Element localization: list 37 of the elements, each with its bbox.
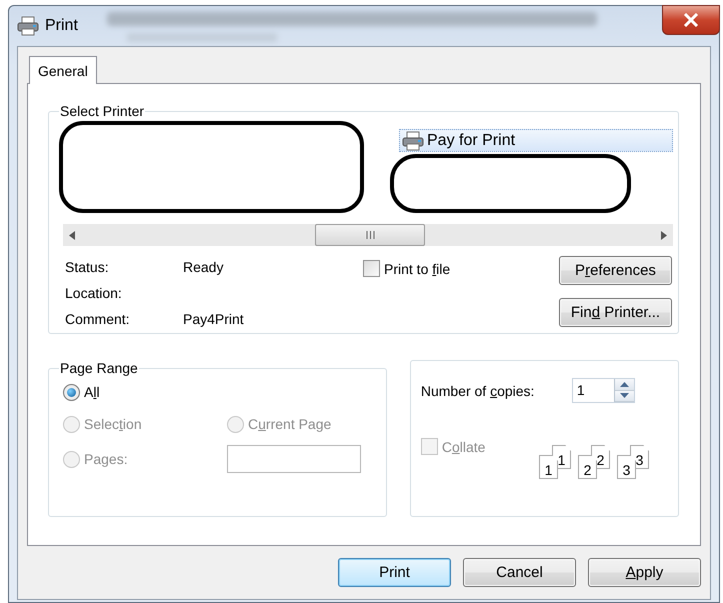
group-title: Select Printer <box>59 103 146 119</box>
radio-option[interactable]: All <box>63 381 376 403</box>
grip-icon <box>366 231 374 239</box>
up-arrow-icon <box>620 382 629 387</box>
close-button[interactable] <box>662 5 720 35</box>
dialog-button[interactable]: Apply <box>588 558 701 587</box>
page-number: 1 <box>539 455 558 479</box>
info-label: Status: <box>65 259 110 277</box>
down-arrow-icon <box>620 393 629 398</box>
printer-item[interactable]: Pay for Print <box>399 129 673 152</box>
dialog-button[interactable]: Preferences <box>559 256 672 285</box>
print-to-file-checkbox[interactable]: Print to file <box>363 260 450 277</box>
checkbox[interactable] <box>363 260 380 277</box>
info-value: Ready <box>183 259 224 277</box>
printer-icon <box>17 16 39 36</box>
dialog-button[interactable]: Find Printer... <box>559 298 672 327</box>
spin-up-button[interactable] <box>614 379 634 390</box>
copies-label: Number of copies: <box>420 382 536 398</box>
copies-spin-field[interactable]: 1 <box>572 378 635 403</box>
printer-icon <box>402 130 424 150</box>
scroll-left-icon <box>69 230 75 240</box>
dialog-button[interactable]: Print <box>338 558 451 587</box>
radio-button[interactable] <box>63 384 80 400</box>
info-label: Location: <box>65 285 123 303</box>
scroll-right-icon <box>661 230 667 240</box>
scroll-thumb[interactable] <box>315 224 425 246</box>
info-label: Comment: <box>65 311 131 329</box>
info-value: Pay4Print <box>183 311 245 329</box>
group-title: Page Range <box>59 360 139 376</box>
tab[interactable]: General <box>29 56 97 84</box>
dialog-button[interactable]: Cancel <box>463 558 576 587</box>
horizontal-scrollbar[interactable] <box>63 224 673 246</box>
window-title: Print <box>45 17 78 35</box>
close-icon <box>683 13 699 27</box>
spin-down-button[interactable] <box>614 390 634 402</box>
page-number: 2 <box>578 455 597 479</box>
page-number: 3 <box>617 455 636 479</box>
